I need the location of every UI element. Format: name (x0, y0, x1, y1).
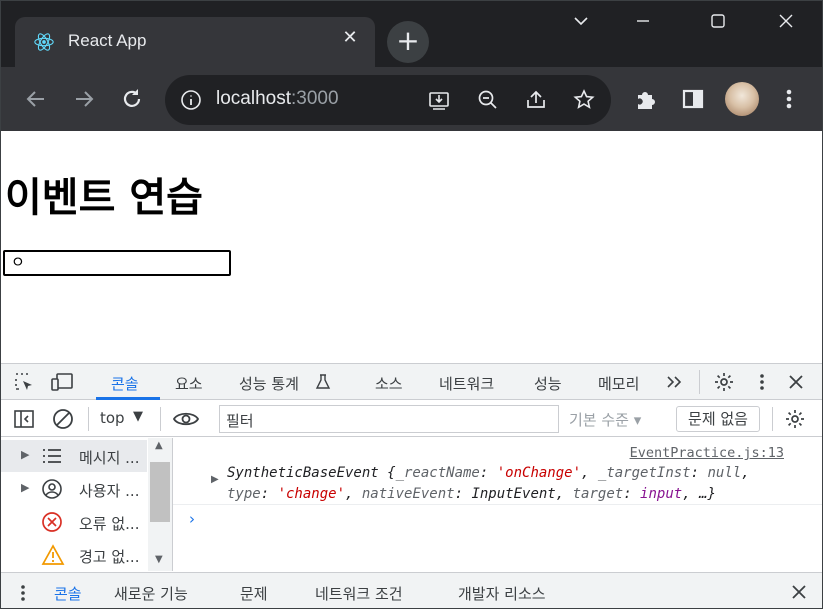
scrollbar-thumb[interactable] (150, 462, 170, 522)
tab-memory[interactable]: 메모리 (598, 373, 639, 394)
expand-arrow-icon[interactable]: ▶ (21, 481, 29, 494)
back-icon[interactable] (22, 85, 50, 113)
sidebar-item-label: 오류 없... (79, 515, 140, 533)
tab-network[interactable]: 네트워크 (439, 373, 494, 394)
sidebar-item-messages[interactable]: ▶ 메시지 ... (1, 440, 147, 472)
sidebar-item-label: 경고 없... (79, 548, 140, 566)
extensions-icon[interactable] (632, 85, 660, 113)
console-prompt-icon[interactable]: › (189, 510, 195, 528)
sidebar-item-errors[interactable]: 오류 없... (1, 506, 147, 538)
drawer-tab-whats-new[interactable]: 새로운 기능 (114, 583, 188, 604)
sidebar-item-warnings[interactable]: 경고 없... (1, 539, 147, 571)
tab-console[interactable]: 콘솔 (111, 373, 139, 394)
react-logo-icon (34, 33, 54, 51)
close-devtools-icon[interactable] (785, 371, 807, 393)
console-sidebar: ▶ 메시지 ... ▶ 사용자 ... 오류 없... 경고 없... ▲ ▼ (1, 438, 173, 571)
browser-window: React App ✕ + localhost:3000 이벤트 연습 ㅇ 콘솔… (0, 0, 823, 609)
list-icon (43, 449, 61, 463)
side-panel-icon[interactable] (679, 85, 707, 113)
log-source-link[interactable]: EventPractice.js:13 (630, 445, 784, 461)
issues-button[interactable]: 문제 없음 (676, 406, 760, 432)
console-output: EventPractice.js:13 ▶ SyntheticBaseEvent… (173, 438, 822, 571)
drawer-tab-network-conditions[interactable]: 네트워크 조건 (315, 583, 403, 604)
text-input[interactable]: ㅇ (3, 250, 231, 276)
tab-performance-insights[interactable]: 성능 통계 (239, 373, 299, 394)
drawer-tab-console[interactable]: 콘솔 (54, 583, 82, 604)
show-sidebar-icon[interactable] (13, 408, 35, 430)
devtools-menu-kebab-icon[interactable] (751, 371, 773, 393)
tab-title: React App (68, 31, 147, 50)
minimize-icon[interactable] (623, 7, 663, 35)
device-toolbar-icon[interactable] (50, 371, 74, 393)
more-tabs-chevron-icon[interactable] (665, 373, 685, 391)
error-icon (42, 512, 62, 532)
warning-icon (41, 544, 65, 565)
active-tab-indicator (96, 397, 160, 400)
clear-console-icon[interactable] (51, 407, 75, 431)
divider (88, 407, 89, 431)
page-heading: 이벤트 연습 (5, 175, 203, 221)
tab-sources[interactable]: 소스 (375, 373, 403, 394)
drawer-tab-issues[interactable]: 문제 (240, 583, 268, 604)
reload-icon[interactable] (118, 85, 146, 113)
devtools-panel: 콘솔 요소 성능 통계 소스 네트워크 성능 메모리 top ▼ 필터 기본 수… (1, 363, 822, 608)
address-bar[interactable]: localhost:3000 (165, 75, 611, 125)
inspect-element-icon[interactable] (13, 371, 35, 393)
flask-icon (315, 374, 331, 389)
tab-search-icon[interactable] (561, 7, 601, 35)
tab-elements[interactable]: 요소 (175, 373, 203, 394)
console-settings-gear-icon[interactable] (784, 408, 806, 430)
drawer-menu-kebab-icon[interactable] (15, 583, 31, 603)
install-app-icon[interactable] (427, 88, 451, 112)
devtools-drawer: 콘솔 새로운 기능 문제 네트워크 조건 개발자 리소스 (1, 572, 822, 608)
new-tab-button[interactable]: + (387, 21, 429, 63)
context-selector[interactable]: top (100, 409, 125, 427)
expand-arrow-icon[interactable]: ▶ (21, 448, 29, 461)
tab-performance[interactable]: 성능 (534, 373, 562, 394)
expand-object-arrow-icon[interactable]: ▶ (211, 474, 219, 485)
bookmark-star-icon[interactable] (572, 88, 596, 112)
drawer-tab-developer-resources[interactable]: 개발자 리소스 (458, 583, 546, 604)
sidebar-item-user-messages[interactable]: ▶ 사용자 ... (1, 473, 147, 505)
divider (699, 370, 700, 394)
close-window-icon[interactable] (766, 7, 806, 35)
divider (160, 407, 161, 431)
console-log-entry[interactable]: SyntheticBaseEvent {_reactName: 'onChang… (227, 463, 750, 505)
forward-icon[interactable] (70, 85, 98, 113)
close-drawer-icon[interactable] (789, 582, 809, 602)
browser-tab[interactable]: React App ✕ (15, 17, 375, 68)
maximize-icon[interactable] (698, 7, 738, 35)
sidebar-item-label: 메시지 ... (79, 449, 140, 467)
scroll-up-icon[interactable]: ▲ (155, 440, 163, 451)
url-text[interactable]: localhost:3000 (216, 88, 339, 110)
settings-gear-icon[interactable] (713, 371, 735, 393)
page-viewport: 이벤트 연습 ㅇ (1, 131, 822, 363)
close-tab-icon[interactable]: ✕ (339, 27, 361, 49)
live-expression-eye-icon[interactable] (172, 407, 200, 431)
divider (772, 407, 773, 431)
sidebar-item-label: 사용자 ... (79, 482, 140, 500)
filter-input[interactable]: 필터 (219, 405, 559, 433)
user-icon (42, 479, 62, 499)
zoom-out-icon[interactable] (476, 88, 500, 112)
console-toolbar: top ▼ 필터 기본 수준 ▾ 문제 없음 (1, 401, 822, 437)
devtools-tab-bar: 콘솔 요소 성능 통계 소스 네트워크 성능 메모리 (1, 364, 822, 400)
log-separator (173, 504, 822, 505)
browser-toolbar: localhost:3000 (1, 67, 822, 131)
share-icon[interactable] (524, 88, 548, 112)
menu-kebab-icon[interactable] (775, 85, 803, 113)
context-dropdown-arrow-icon[interactable]: ▼ (133, 409, 143, 424)
info-icon[interactable] (180, 89, 202, 111)
profile-avatar[interactable] (725, 82, 759, 116)
log-levels-dropdown[interactable]: 기본 수준 ▾ (569, 409, 641, 430)
sidebar-scrollbar[interactable]: ▲ ▼ (148, 438, 172, 571)
title-bar: React App ✕ + (1, 1, 822, 68)
scroll-down-icon[interactable]: ▼ (155, 554, 163, 565)
